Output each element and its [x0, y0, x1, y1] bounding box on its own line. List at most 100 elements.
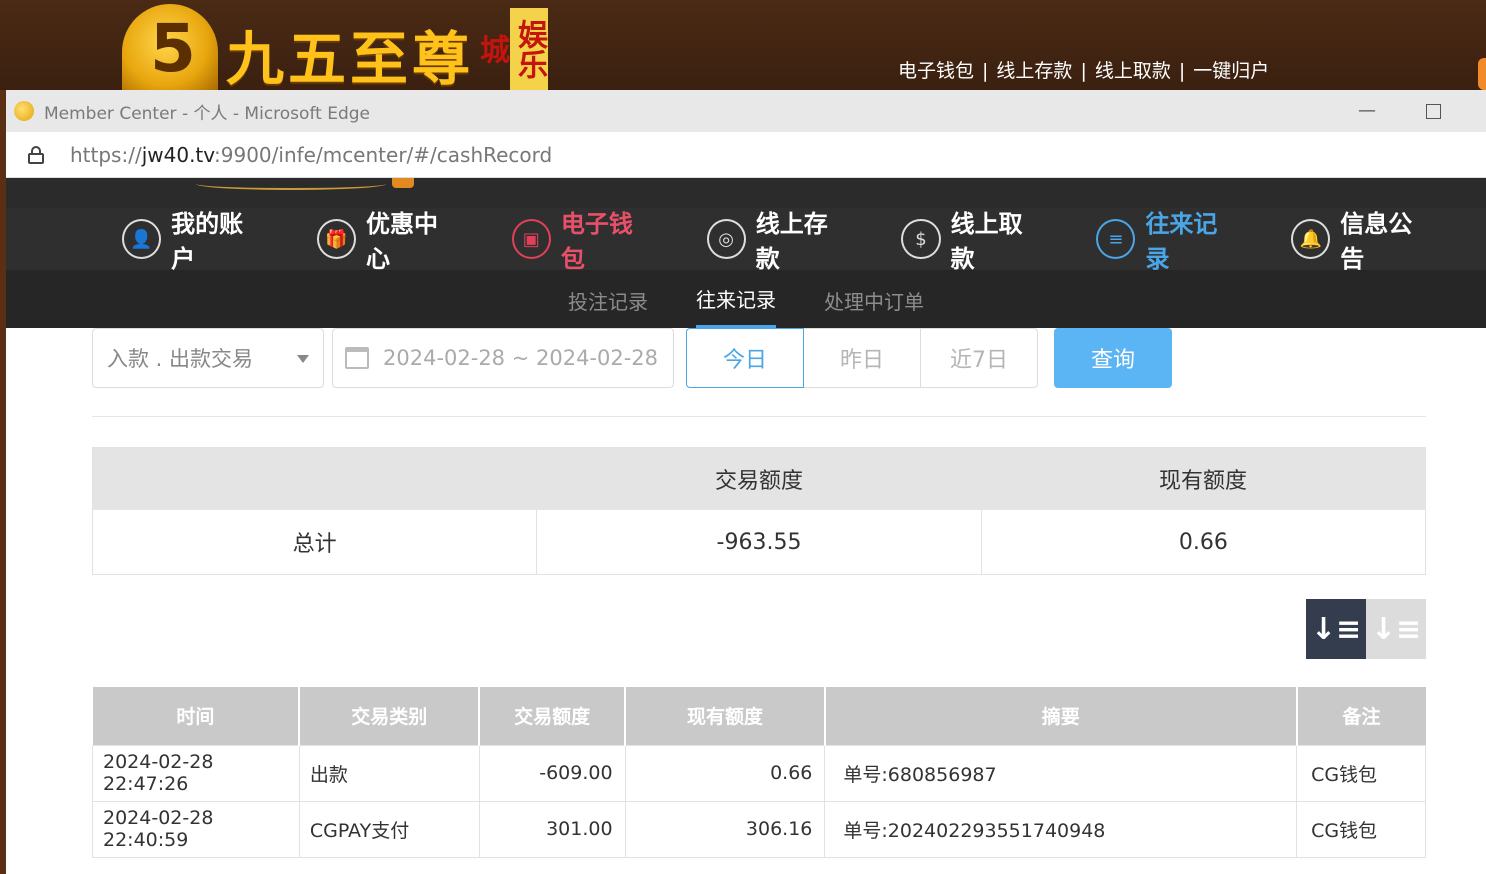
member-main-nav: 👤 我的账户 🎁 优惠中心 ▣ 电子钱包 ◎ 线上存款 $ 线上取款 ≡ 往来记… — [6, 208, 1486, 273]
filter-bar: 入款 . 出款交易 2024-02-28 ~ 2024-02-28 今日 昨日 … — [92, 328, 1426, 388]
cell-amount: 301.00 — [478, 800, 626, 858]
col-time: 时间 — [92, 687, 301, 745]
nav-label: 往来记录 — [1145, 210, 1218, 273]
window-title: Member Center - 个人 - Microsoft Edge — [44, 103, 370, 124]
minimize-button[interactable]: — — [1358, 100, 1376, 121]
cell-summary: 单号:680856987 — [824, 744, 1298, 802]
summary-table: 交易额度 现有额度 总计 -963.55 0.66 — [92, 447, 1426, 575]
nav-online-deposit[interactable]: ◎ 线上存款 — [706, 204, 850, 274]
cell-type: CGPAY支付 — [298, 800, 480, 858]
header-strip — [6, 178, 1486, 208]
transaction-type-select[interactable]: 入款 . 出款交易 — [92, 328, 324, 388]
chevron-down-icon — [297, 355, 309, 363]
nav-label: 线上取款 — [950, 210, 1023, 273]
table-row: 2024-02-28 22:40:59 CGPAY支付 301.00 306.1… — [92, 800, 1426, 858]
col-summary: 摘要 — [824, 687, 1298, 745]
date-range-value: 2024-02-28 ~ 2024-02-28 — [383, 346, 659, 370]
cell-summary: 单号:202402293551740948 — [824, 800, 1298, 858]
site-logo-tag: 娱乐城 — [474, 8, 548, 90]
site-logo-digit: 5 — [150, 10, 196, 87]
cell-balance: 306.16 — [624, 800, 826, 858]
withdraw-icon: $ — [901, 219, 941, 259]
summary-total-label: 总计 — [292, 532, 337, 557]
yesterday-button[interactable]: 昨日 — [803, 328, 921, 388]
user-icon: 👤 — [122, 219, 162, 259]
summary-row: 总计 -963.55 0.66 — [93, 510, 1425, 574]
top-link-deposit[interactable]: 线上存款 — [996, 60, 1072, 82]
nav-label: 我的账户 — [171, 210, 244, 273]
divider — [92, 416, 1426, 417]
top-link-sep: | — [1080, 60, 1087, 82]
records-icon: ≡ — [1096, 219, 1136, 259]
col-amount: 交易额度 — [479, 687, 627, 745]
nav-label: 信息公告 — [1340, 210, 1413, 273]
records-content: 入款 . 出款交易 2024-02-28 ~ 2024-02-28 今日 昨日 … — [92, 328, 1426, 858]
cell-time: 2024-02-28 22:47:26 — [92, 744, 300, 802]
top-link-consolidate[interactable]: 一键归户 — [1193, 60, 1269, 82]
wallet-icon: ▣ — [511, 219, 551, 259]
site-top-links: 电子钱包 | 线上存款 | 线上取款 | 一键归户 — [898, 56, 1269, 83]
query-button[interactable]: 查询 — [1054, 328, 1172, 388]
nav-transaction-records[interactable]: ≡ 往来记录 — [1096, 204, 1239, 274]
bell-icon: 🔔 — [1291, 219, 1331, 259]
maximize-button[interactable] — [1426, 104, 1441, 119]
calendar-icon — [345, 347, 369, 369]
tab-transaction-records[interactable]: 往来记录 — [696, 270, 776, 328]
sort-asc-button[interactable]: ↓≡ — [1366, 599, 1426, 659]
summary-header-cell: 现有额度 — [1158, 469, 1247, 494]
today-button[interactable]: 今日 — [686, 328, 804, 388]
cell-type: 出款 — [298, 744, 480, 802]
records-sub-nav: 投注记录 往来记录 处理中订单 — [6, 270, 1486, 328]
cell-note: CG钱包 — [1296, 744, 1426, 802]
site-logo-badge: 5 — [122, 4, 218, 90]
sort-desc-button[interactable]: ↓≡ — [1306, 599, 1366, 659]
summary-transaction-amount: -963.55 — [536, 510, 980, 574]
nav-label: 优惠中心 — [366, 210, 438, 273]
cell-note: CG钱包 — [1296, 800, 1426, 858]
cell-time: 2024-02-28 22:40:59 — [92, 800, 300, 858]
deposit-icon: ◎ — [706, 219, 746, 259]
summary-header-cell — [93, 448, 537, 510]
window-titlebar: Member Center - 个人 - Microsoft Edge — — [6, 90, 1486, 132]
nav-online-withdraw[interactable]: $ 线上取款 — [901, 204, 1044, 274]
summary-header: 交易额度 现有额度 — [93, 448, 1425, 510]
cell-balance: 0.66 — [624, 744, 826, 802]
nav-my-account[interactable]: 👤 我的账户 — [122, 204, 265, 274]
records-header-row: 时间 交易类别 交易额度 现有额度 摘要 备注 — [92, 687, 1426, 745]
col-balance: 现有额度 — [625, 687, 826, 745]
top-link-withdraw[interactable]: 线上取款 — [1095, 60, 1171, 82]
last-7-days-button[interactable]: 近7日 — [920, 328, 1038, 388]
col-type: 交易类别 — [299, 687, 481, 745]
table-row: 2024-02-28 22:47:26 出款 -609.00 0.66 单号:6… — [92, 744, 1426, 802]
site-logo-text: 九五至尊 — [226, 25, 475, 93]
nav-announcements[interactable]: 🔔 信息公告 — [1291, 204, 1434, 274]
sort-desc-icon: ↓≡ — [1310, 611, 1362, 647]
logo-ornament-dot — [392, 178, 414, 188]
date-range-input[interactable]: 2024-02-28 ~ 2024-02-28 — [332, 328, 674, 388]
nav-promotions[interactable]: 🎁 优惠中心 — [316, 204, 460, 274]
records-table: 时间 交易类别 交易额度 现有额度 摘要 备注 2024-02-28 22:47… — [92, 687, 1426, 858]
cell-amount: -609.00 — [478, 744, 626, 802]
nav-e-wallet[interactable]: ▣ 电子钱包 — [511, 204, 655, 274]
lock-icon[interactable] — [28, 145, 44, 164]
sort-controls: ↓≡ ↓≡ — [92, 599, 1426, 659]
summary-current-balance: 0.66 — [980, 510, 1425, 574]
address-bar[interactable]: https://jw40.tv:9900/infe/mcenter/#/cash… — [6, 132, 1486, 178]
gift-icon: 🎁 — [316, 219, 356, 259]
col-note: 备注 — [1296, 687, 1426, 745]
top-link-sep: | — [1178, 60, 1186, 82]
top-link-wallet[interactable]: 电子钱包 — [898, 60, 974, 82]
tab-pending-orders[interactable]: 处理中订单 — [824, 270, 924, 328]
sort-asc-icon: ↓≡ — [1370, 611, 1422, 647]
edge-popup-window: Member Center - 个人 - Microsoft Edge — ht… — [6, 90, 1486, 874]
site-favicon-icon — [14, 101, 34, 121]
top-link-sep: | — [982, 60, 989, 82]
quick-date-group: 今日 昨日 近7日 — [686, 328, 1038, 388]
nav-label: 线上存款 — [755, 210, 828, 273]
logo-ornament — [196, 178, 386, 190]
site-side-tab — [1478, 58, 1486, 90]
nav-label: 电子钱包 — [560, 210, 633, 273]
tab-bet-records[interactable]: 投注记录 — [568, 270, 648, 328]
summary-header-cell: 交易额度 — [714, 469, 803, 494]
url-text: https://jw40.tv:9900/infe/mcenter/#/cash… — [70, 142, 553, 167]
